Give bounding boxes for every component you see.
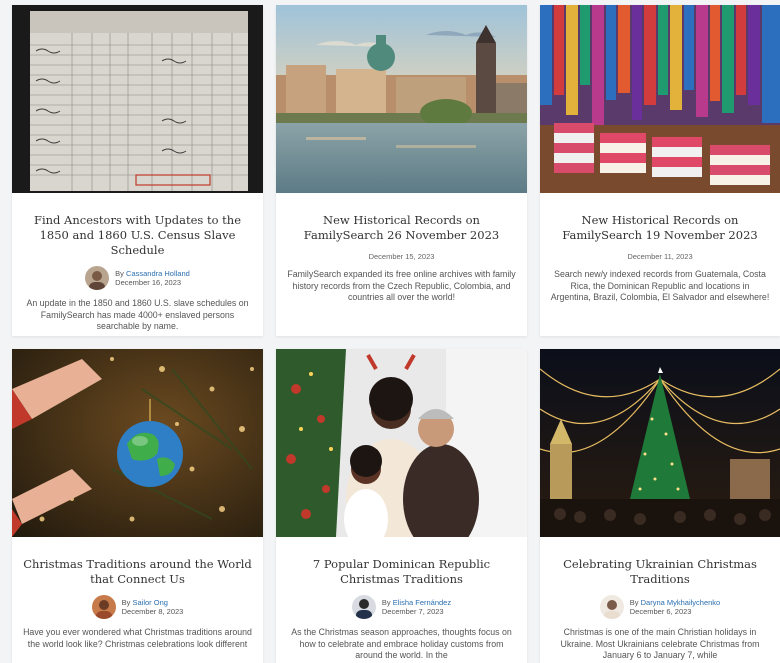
author-link[interactable]: Sailor Ong <box>133 598 168 607</box>
author-meta: By Daryna Mykhailychenko December 6, 202… <box>630 598 720 616</box>
card-title[interactable]: New Historical Records on FamilySearch 2… <box>286 213 517 243</box>
author-avatar <box>85 266 110 290</box>
author-meta: By Cassandra Holland December 16, 2023 <box>115 269 190 287</box>
card-body: 7 Popular Dominican Republic Christmas T… <box>276 537 527 663</box>
card-excerpt: Search new/y indexed records from Guatem… <box>550 269 770 302</box>
author-avatar <box>351 595 376 619</box>
card-body: Find Ancestors with Updates to the 1850 … <box>12 193 263 336</box>
author-row: By Cassandra Holland December 16, 2023 <box>22 266 253 290</box>
author-link[interactable]: Daryna Mykhailychenko <box>641 598 721 607</box>
blog-card[interactable]: 7 Popular Dominican Republic Christmas T… <box>276 349 527 663</box>
author-link[interactable]: Cassandra Holland <box>126 269 190 278</box>
card-excerpt: Christmas is one of the main Christian h… <box>560 627 760 660</box>
blog-card[interactable]: Christmas Traditions around the World th… <box>12 349 263 663</box>
post-date: December 7, 2023 <box>381 607 444 616</box>
post-date: December 16, 2023 <box>115 278 182 287</box>
post-date: December 8, 2023 <box>121 607 184 616</box>
family-christmas-image[interactable] <box>276 349 527 537</box>
kyiv-christmas-tree-image[interactable] <box>540 349 780 537</box>
card-title[interactable]: Find Ancestors with Updates to the 1850 … <box>22 213 253 258</box>
census-record-image[interactable] <box>12 5 263 193</box>
card-title[interactable]: 7 Popular Dominican Republic Christmas T… <box>286 557 517 587</box>
author-row: By Elisha Fernández December 7, 2023 <box>286 595 517 619</box>
by-label: By <box>381 598 391 607</box>
author-avatar <box>599 595 624 619</box>
by-label: By <box>121 598 131 607</box>
post-date: December 11, 2023 <box>627 252 693 261</box>
post-date: December 15, 2023 <box>368 252 435 261</box>
card-excerpt: As the Christmas season approaches, thou… <box>291 627 512 660</box>
blog-card[interactable]: New Historical Records on FamilySearch 1… <box>540 5 780 336</box>
card-excerpt: FamilySearch expanded its free online ar… <box>287 269 516 302</box>
author-avatar <box>91 595 116 619</box>
card-body: Celebrating Ukrainian Christmas Traditio… <box>540 537 780 663</box>
author-row: By Daryna Mykhailychenko December 6, 202… <box>550 595 770 619</box>
card-body: New Historical Records on FamilySearch 2… <box>276 193 527 336</box>
card-excerpt: Have you ever wondered what Christmas tr… <box>23 627 252 649</box>
blog-card[interactable]: New Historical Records on FamilySearch 2… <box>276 5 527 336</box>
by-label: By <box>629 598 639 607</box>
card-title[interactable]: New Historical Records on FamilySearch 1… <box>550 213 770 243</box>
card-title[interactable]: Christmas Traditions around the World th… <box>22 557 253 587</box>
card-body: Christmas Traditions around the World th… <box>12 537 263 663</box>
prague-city-image[interactable] <box>276 5 527 193</box>
author-link[interactable]: Elisha Fernández <box>393 598 451 607</box>
card-body: New Historical Records on FamilySearch 1… <box>540 193 780 336</box>
by-label: By <box>115 269 124 278</box>
post-date: December 6, 2023 <box>629 607 692 616</box>
blog-card[interactable]: Celebrating Ukrainian Christmas Traditio… <box>540 349 780 663</box>
card-title[interactable]: Celebrating Ukrainian Christmas Traditio… <box>550 557 770 587</box>
card-excerpt: An update in the 1850 and 1860 U.S. slav… <box>26 298 249 331</box>
author-row: By Sailor Ong December 8, 2023 <box>22 595 253 619</box>
author-meta: By Sailor Ong December 8, 2023 <box>122 598 184 616</box>
textile-market-image[interactable] <box>540 5 780 193</box>
blog-card-grid: Find Ancestors with Updates to the 1850 … <box>0 0 780 663</box>
blog-card[interactable]: Find Ancestors with Updates to the 1850 … <box>12 5 263 336</box>
globe-ornament-image[interactable] <box>12 349 263 537</box>
author-meta: By Elisha Fernández December 7, 2023 <box>382 598 451 616</box>
